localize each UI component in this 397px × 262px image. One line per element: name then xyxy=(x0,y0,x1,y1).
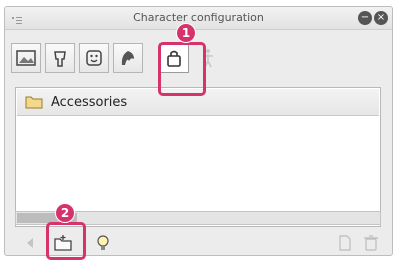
tool-hair[interactable] xyxy=(113,43,143,73)
callout-badge-2: 2 xyxy=(56,204,74,222)
close-button[interactable]: × xyxy=(374,11,388,25)
panel-title: Character configuration xyxy=(133,11,264,24)
tool-body[interactable] xyxy=(45,43,75,73)
trash-button xyxy=(361,233,381,253)
title-bar[interactable]: Character configuration − × xyxy=(5,7,392,30)
callout-badge-1: 1 xyxy=(177,24,195,42)
tool-scene[interactable] xyxy=(11,43,41,73)
list-item-label: Accessories xyxy=(51,95,128,110)
face-icon xyxy=(86,50,102,66)
arrow-left-button xyxy=(21,233,41,253)
hair-icon xyxy=(121,51,134,65)
trash-icon xyxy=(364,235,378,251)
lightbulb-icon xyxy=(97,235,109,250)
lightbulb-button[interactable] xyxy=(93,233,113,253)
folder-icon xyxy=(25,96,43,109)
collapse-button[interactable]: − xyxy=(358,11,372,25)
callout-highlight-accessories-tool xyxy=(158,42,206,96)
tool-face[interactable] xyxy=(79,43,109,73)
page-icon xyxy=(339,235,351,251)
arrow-left-icon xyxy=(27,238,33,248)
callout-highlight-new-folder xyxy=(46,222,86,260)
body-icon xyxy=(54,51,66,67)
close-icon: × xyxy=(376,12,386,23)
minus-icon: − xyxy=(360,12,370,23)
page-button xyxy=(335,233,355,253)
scene-icon xyxy=(16,50,36,66)
